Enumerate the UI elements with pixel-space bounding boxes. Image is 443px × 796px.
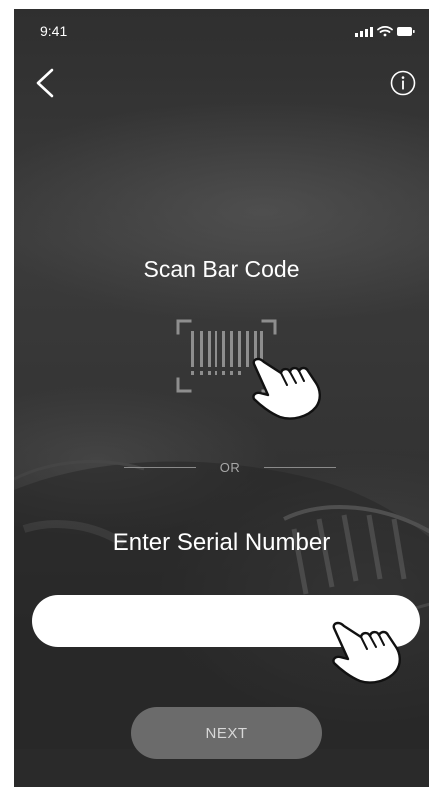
cellular-signal-icon bbox=[355, 27, 373, 37]
divider-line-left bbox=[124, 466, 196, 468]
chevron-left-icon[interactable] bbox=[30, 65, 60, 101]
serial-number-input[interactable] bbox=[32, 595, 420, 647]
status-bar: 9:41 bbox=[14, 9, 429, 53]
status-time: 9:41 bbox=[40, 23, 68, 39]
battery-icon bbox=[397, 27, 415, 36]
scan-bar-code-title: Scan Bar Code bbox=[143, 256, 300, 282]
enter-serial-number-title: Enter Serial Number bbox=[112, 529, 331, 556]
barcode-scan-button[interactable] bbox=[174, 317, 324, 437]
wifi-icon bbox=[377, 25, 393, 37]
info-icon[interactable] bbox=[389, 69, 417, 97]
next-button[interactable]: NEXT bbox=[131, 707, 322, 759]
barcode-lines bbox=[191, 331, 263, 375]
phone-screen: 9:41 Scan Bar Code OR Enter Serial Numbe… bbox=[14, 9, 429, 787]
status-icons bbox=[355, 25, 415, 37]
tap-hand-icon bbox=[252, 357, 321, 420]
or-label: OR bbox=[219, 459, 241, 475]
or-divider: OR bbox=[124, 458, 336, 476]
divider-line-right bbox=[264, 466, 336, 468]
